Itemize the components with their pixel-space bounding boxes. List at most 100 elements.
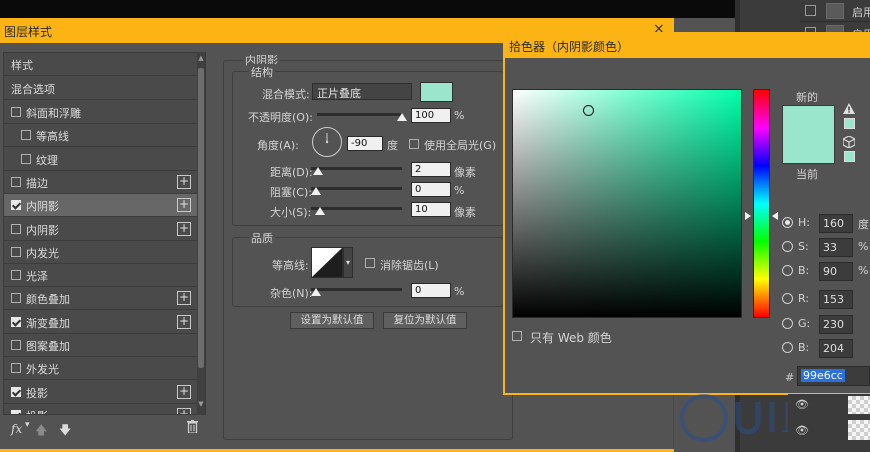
antialias-checkbox[interactable] [365, 258, 375, 268]
hue-arrow-left-icon[interactable] [745, 212, 751, 220]
opacity-field[interactable]: 100 [411, 108, 451, 123]
hue-slider[interactable] [753, 89, 770, 318]
layer-checkbox[interactable] [805, 5, 816, 16]
noise-slider-knob[interactable] [311, 288, 321, 296]
style-item[interactable]: 颜色叠加 + [4, 287, 197, 311]
distance-slider[interactable] [311, 167, 402, 170]
field-r-input[interactable]: 153 [819, 290, 853, 309]
shadow-color-swatch[interactable] [420, 82, 453, 102]
eye-icon[interactable]: 👁 [795, 398, 809, 411]
web-safe-color-chip[interactable] [844, 151, 855, 162]
field-h-input[interactable]: 160 [819, 214, 853, 233]
style-checkbox[interactable] [11, 386, 21, 397]
styles-header-label: 样式 [11, 59, 33, 72]
style-checkbox[interactable] [11, 200, 21, 211]
style-item[interactable]: 内阴影 + [4, 194, 197, 218]
hue-arrow-right-icon[interactable] [772, 212, 778, 220]
style-item[interactable]: 投影 + [4, 404, 197, 414]
noise-slider[interactable] [311, 288, 402, 291]
style-item[interactable]: 内发光 [4, 241, 197, 264]
add-style-icon[interactable]: + [177, 221, 191, 236]
move-up-icon[interactable]: 🡅 [35, 421, 47, 442]
trash-icon[interactable] [187, 420, 198, 434]
layer-row[interactable]: 启用 [800, 0, 870, 22]
style-item[interactable]: 等高线 [4, 124, 197, 148]
size-slider-knob[interactable] [314, 207, 325, 215]
contour-dropdown-icon[interactable]: ▾ [343, 247, 353, 278]
field-g-input[interactable]: 230 [819, 315, 853, 334]
gamut-warning-icon[interactable] [843, 103, 855, 114]
field-b-input[interactable]: 90 [819, 262, 853, 281]
radio-bl[interactable] [782, 342, 793, 353]
eye-icon[interactable]: 👁 [795, 424, 809, 437]
size-slider[interactable] [311, 207, 402, 210]
angle-dial[interactable] [311, 126, 343, 158]
opacity-slider[interactable] [317, 113, 402, 116]
web-safe-cube-icon[interactable] [842, 135, 856, 149]
saturation-brightness-field[interactable] [512, 89, 742, 318]
style-checkbox[interactable] [11, 340, 21, 350]
scroll-up-icon[interactable]: ▲ [197, 54, 205, 62]
noise-field[interactable]: 0 [411, 283, 451, 298]
add-style-icon[interactable]: + [177, 198, 191, 213]
scrollbar-thumb[interactable] [198, 68, 204, 368]
radio-g[interactable] [782, 318, 793, 329]
current-color-swatch[interactable] [783, 135, 834, 163]
global-light-checkbox[interactable] [409, 139, 419, 149]
fx-toolbar: fx ▾ 🡅 🡇 [3, 415, 206, 445]
style-item[interactable]: 渐变叠加 + [4, 311, 197, 334]
blend-mode-select[interactable]: 正片叠底 [312, 83, 412, 100]
contour-preview[interactable] [311, 247, 343, 278]
size-field[interactable]: 10 [411, 202, 451, 217]
choke-field[interactable]: 0 [411, 182, 451, 197]
style-checkbox[interactable] [11, 223, 21, 234]
color-picker-titlebar[interactable]: 拾色器（内阴影颜色） [503, 32, 870, 58]
field-label: G: [798, 317, 811, 330]
add-style-icon[interactable]: + [177, 314, 191, 329]
radio-s[interactable] [782, 241, 793, 252]
angle-field[interactable]: -90 [347, 136, 383, 151]
scroll-down-icon[interactable]: ▼ [197, 400, 205, 408]
style-checkbox[interactable] [11, 246, 21, 257]
fx-button[interactable]: fx [11, 422, 22, 436]
style-checkbox[interactable] [11, 363, 21, 374]
distance-slider-knob[interactable] [312, 167, 323, 175]
style-item[interactable]: 描边 + [4, 171, 197, 194]
styles-header[interactable]: 样式 [4, 53, 197, 76]
style-checkbox[interactable] [11, 107, 21, 117]
style-checkbox[interactable] [11, 316, 21, 327]
set-default-button[interactable]: 设置为默认值 [290, 312, 374, 329]
add-style-icon[interactable]: + [177, 407, 191, 414]
style-checkbox[interactable] [21, 130, 31, 141]
gamut-color-chip[interactable] [844, 118, 855, 129]
style-item[interactable]: 图案叠加 [4, 334, 197, 357]
move-down-icon[interactable]: 🡇 [59, 421, 71, 442]
choke-slider-knob[interactable] [311, 187, 321, 195]
color-cursor[interactable] [583, 105, 594, 116]
style-item[interactable]: 外发光 [4, 357, 197, 381]
add-style-icon[interactable]: + [177, 291, 191, 306]
style-checkbox[interactable] [11, 293, 21, 304]
radio-b[interactable] [782, 265, 793, 276]
add-style-icon[interactable]: + [177, 174, 191, 189]
style-item[interactable]: 光泽 [4, 264, 197, 288]
style-checkbox[interactable] [21, 153, 31, 164]
distance-field[interactable]: 2 [411, 162, 451, 177]
field-s-input[interactable]: 33 [819, 238, 853, 257]
choke-slider[interactable] [311, 187, 402, 190]
field-bl-input[interactable]: 204 [819, 339, 853, 358]
style-item[interactable]: 投影 + [4, 381, 197, 404]
style-item[interactable]: 纹理 [4, 148, 197, 171]
reset-default-button[interactable]: 复位为默认值 [383, 312, 467, 329]
radio-r[interactable] [782, 293, 793, 304]
style-item[interactable]: 内阴影 + [4, 218, 197, 241]
style-checkbox[interactable] [11, 270, 21, 281]
web-only-checkbox[interactable] [512, 331, 522, 341]
radio-h[interactable] [782, 217, 793, 228]
opacity-slider-knob[interactable] [397, 113, 407, 121]
style-item[interactable]: 斜面和浮雕 [4, 101, 197, 124]
fx-dropdown-icon[interactable]: ▾ [25, 420, 30, 430]
style-checkbox[interactable] [11, 176, 21, 187]
add-style-icon[interactable]: + [177, 384, 191, 399]
blend-options-item[interactable]: 混合选项 [4, 77, 197, 100]
